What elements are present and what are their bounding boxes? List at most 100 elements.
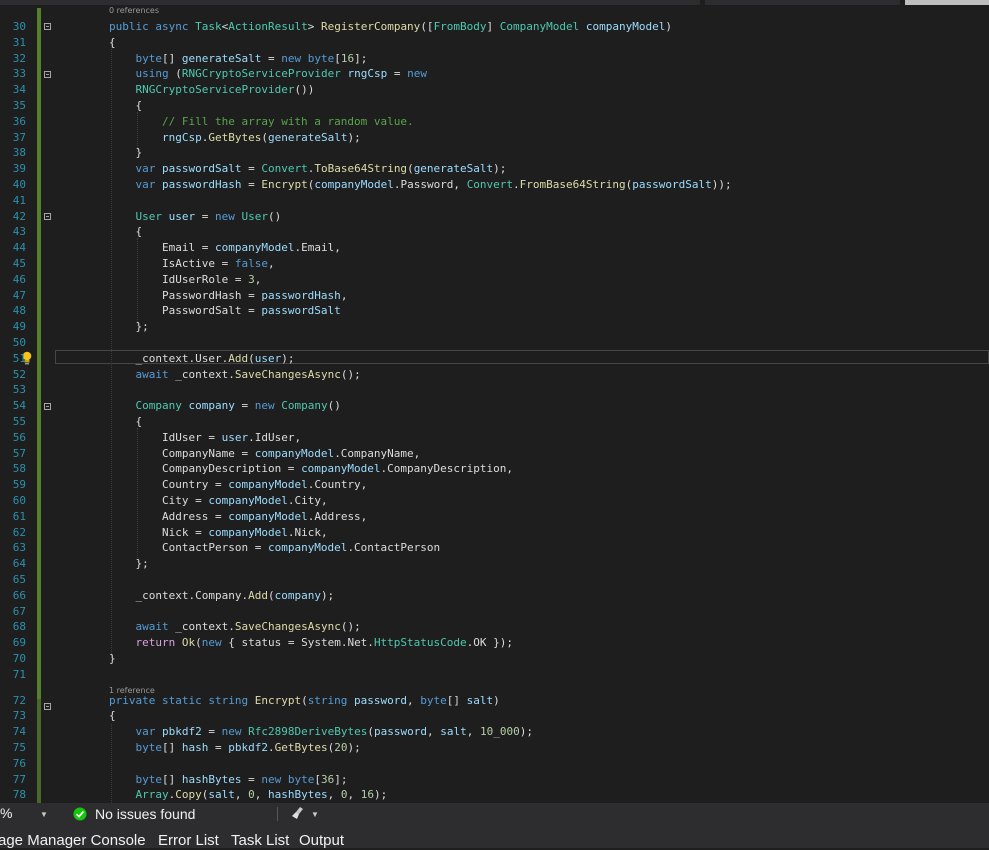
code-line[interactable]: }	[109, 651, 116, 667]
code-token: password	[373, 725, 427, 739]
code-line[interactable]: Country = companyModel.Country,	[109, 477, 367, 493]
code-token: []	[162, 51, 182, 65]
code-token: pbkdf2	[162, 725, 202, 739]
code-line[interactable]: Array.Copy(salt, 0, hashBytes, 0, 16);	[109, 787, 388, 803]
code-line[interactable]: // Fill the array with a random value.	[109, 114, 414, 130]
code-token: string	[208, 693, 255, 707]
code-line[interactable]: {	[109, 708, 116, 724]
code-line[interactable]: return Ok(new { status = System.Net.Http…	[109, 635, 514, 651]
line-number: 35	[12, 99, 26, 112]
code-line[interactable]: IdUser = user.IdUser,	[109, 430, 301, 446]
code-token: Address =	[109, 509, 229, 523]
code-token: 0	[248, 788, 255, 802]
code-line[interactable]: var passwordSalt = Convert.ToBase64Strin…	[109, 161, 507, 177]
code-token: companyModel	[208, 525, 288, 539]
fold-toggle[interactable]	[44, 23, 51, 30]
code-line[interactable]: public async Task<ActionResult> Register…	[109, 19, 672, 35]
code-line[interactable]: Address = companyModel.Address,	[109, 509, 367, 525]
code-line[interactable]: IdUserRole = 3,	[109, 272, 261, 288]
code-token: 16	[340, 51, 355, 65]
code-line[interactable]: City = companyModel.City,	[109, 493, 328, 509]
code-token: ,	[347, 788, 361, 802]
code-token: 16	[360, 788, 374, 802]
code-token: )	[665, 20, 672, 33]
code-token: []	[162, 741, 182, 754]
tab-output[interactable]: Output	[299, 832, 344, 850]
code-lens-references[interactable]: 0 references	[109, 6, 159, 16]
code-token: ,	[234, 788, 249, 802]
line-number: 46	[12, 272, 26, 286]
fold-toggle[interactable]	[44, 71, 51, 78]
code-line[interactable]: Company company = new Company()	[109, 398, 341, 414]
code-line[interactable]: };	[109, 319, 149, 335]
tool-window-tabs: age Manager Console Error List Task List…	[0, 825, 989, 850]
code-line[interactable]: }	[109, 145, 142, 161]
code-token: 3	[248, 272, 255, 286]
code-token: User	[241, 209, 269, 223]
fold-toggle[interactable]	[44, 403, 51, 410]
line-number: 55	[12, 415, 26, 428]
code-line[interactable]: RNGCryptoServiceProvider())	[109, 82, 315, 98]
code-token: (	[367, 725, 374, 739]
code-token: byte	[287, 772, 315, 786]
code-line[interactable]: {	[109, 98, 142, 114]
code-token: RNGCryptoServiceProvider	[135, 83, 295, 97]
fold-toggle[interactable]	[44, 213, 51, 220]
code-line[interactable]: var pbkdf2 = new Rfc2898DeriveBytes(pass…	[109, 724, 533, 740]
code-line[interactable]: byte[] hash = pbkdf2.GetBytes(20);	[109, 740, 361, 756]
code-line[interactable]: var passwordHash = Encrypt(companyModel.…	[109, 177, 732, 193]
code-line[interactable]: User user = new User()	[109, 209, 282, 225]
code-line[interactable]: PasswordHash = passwordHash,	[109, 288, 347, 304]
code-token: Nick =	[109, 525, 209, 539]
code-line[interactable]: PasswordSalt = passwordSalt	[109, 303, 341, 319]
code-token: private	[109, 693, 162, 707]
fold-toggle[interactable]	[44, 703, 51, 710]
code-token: };	[109, 320, 149, 334]
code-token: =	[195, 209, 215, 223]
code-token: =	[387, 67, 408, 81]
code-token: generateSalt	[267, 130, 348, 144]
code-token: ()	[268, 209, 282, 223]
code-line[interactable]: {	[109, 414, 142, 430]
code-line[interactable]: await _context.SaveChangesAsync();	[109, 367, 361, 383]
code-token: user	[168, 209, 196, 223]
code-line[interactable]: byte[] generateSalt = new byte[16];	[109, 51, 368, 67]
code-line[interactable]: CompanyName = companyModel.CompanyName,	[109, 446, 420, 462]
chevron-down-icon[interactable]: ▼	[311, 810, 319, 819]
code-line[interactable]: Nick = companyModel.Nick,	[109, 525, 328, 541]
tab-package-manager-console[interactable]: age Manager Console	[0, 832, 146, 850]
code-line[interactable]: _context.User.Add(user);	[109, 351, 294, 367]
code-line[interactable]: await _context.SaveChangesAsync();	[109, 619, 361, 635]
code-line[interactable]: byte[] hashBytes = new byte[36];	[109, 772, 348, 788]
code-line[interactable]: Email = companyModel.Email,	[109, 240, 341, 256]
broom-icon[interactable]	[291, 806, 305, 820]
code-line[interactable]: IsActive = false,	[109, 256, 275, 272]
code-line[interactable]: CompanyDescription = companyModel.Compan…	[109, 461, 513, 477]
code-token: hashBytes	[181, 772, 242, 786]
code-line[interactable]: private static string Encrypt(string pas…	[109, 693, 500, 709]
tab-task-list[interactable]: Task List	[231, 832, 289, 850]
code-line[interactable]: _context.Company.Add(company);	[109, 588, 334, 604]
code-token: User	[135, 209, 169, 223]
code-token: var	[135, 178, 162, 191]
tab-error-list[interactable]: Error List	[158, 832, 219, 850]
code-token: ];	[354, 51, 368, 65]
code-line[interactable]: rngCsp.GetBytes(generateSalt);	[109, 130, 361, 146]
zoom-level[interactable]: %	[0, 805, 38, 821]
code-editor[interactable]: 0 references 1 reference 30 public async …	[0, 0, 989, 803]
code-token: {	[109, 35, 116, 49]
code-line[interactable]: {	[109, 224, 142, 240]
code-line[interactable]: };	[109, 556, 148, 572]
chevron-down-icon[interactable]: ▼	[40, 810, 48, 819]
code-token: .Country,	[307, 478, 368, 492]
issues-status[interactable]: No issues found	[95, 805, 195, 823]
code-line[interactable]: using (RNGCryptoServiceProvider rngCsp =…	[109, 66, 427, 82]
code-token: FromBase64String	[519, 178, 626, 191]
line-number: 67	[12, 604, 26, 618]
code-token: CompanyName =	[109, 446, 255, 460]
code-line[interactable]: {	[109, 35, 116, 51]
line-number: 57	[12, 446, 26, 460]
code-line[interactable]: ContactPerson = companyModel.ContactPers…	[109, 540, 440, 556]
